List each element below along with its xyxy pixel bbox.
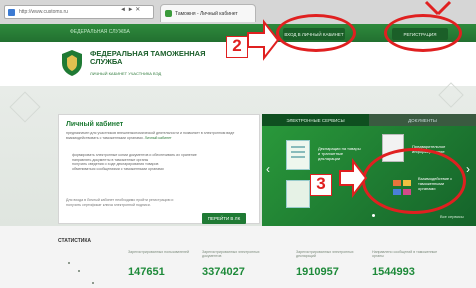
stat-value: 1544993 — [372, 266, 415, 278]
tab-favicon-icon — [165, 10, 172, 17]
personal-cabinet-link[interactable]: Личный кабинет — [145, 136, 172, 140]
carousel-next-icon[interactable]: › — [466, 162, 470, 176]
stat-item: Направлено сообщений в таможенные органы… — [372, 250, 442, 278]
annotation-number: 2 — [226, 36, 248, 58]
annotation-arrow-icon — [339, 158, 368, 198]
stat-caption: Зарегистрированных электронных деклараци… — [296, 250, 354, 259]
address-text: http://www.customs.ru — [19, 9, 68, 15]
stat-item: Зарегистрированных пользователей 147651 — [128, 250, 198, 278]
personal-cabinet-list: формировать электронные копии документов… — [72, 153, 250, 171]
all-services-link[interactable]: Все сервисы — [440, 214, 464, 219]
tab-documents[interactable]: ДОКУМЕНТЫ — [369, 114, 476, 126]
services-tabs: ЭЛЕКТРОННЫЕ СЕРВИСЫ ДОКУМЕНТЫ — [262, 114, 476, 126]
declaration-document-icon[interactable] — [286, 140, 310, 170]
browser-tab[interactable]: Таможня - Личный кабинет — [160, 4, 256, 22]
personal-cabinet-footer: Для входа в Личный кабинет необходимо пр… — [66, 198, 174, 207]
stat-value: 3374027 — [202, 266, 245, 278]
annotation-circle — [276, 14, 356, 52]
annotation-arrow-icon — [424, 0, 452, 16]
map-dot — [92, 282, 94, 284]
map-dot — [78, 270, 80, 272]
topbar-label: ФЕДЕРАЛЬНАЯ СЛУЖБА — [70, 29, 130, 35]
document-copy-icon[interactable] — [286, 180, 310, 208]
stat-caption: Зарегистрированных электронных документо… — [202, 250, 260, 259]
personal-cabinet-intro: предназначен для участников внешнеэконом… — [66, 131, 252, 140]
customs-emblem-icon — [62, 50, 82, 76]
tab-label: Таможня - Личный кабинет — [175, 10, 238, 17]
stat-value: 1910957 — [296, 266, 339, 278]
map-dot — [68, 262, 70, 264]
annotation-arrow-icon — [247, 19, 280, 61]
annotation-circle — [362, 148, 466, 214]
annotation-circle — [384, 14, 462, 52]
go-to-cabinet-button[interactable]: ПЕРЕЙТИ В ЛК — [202, 213, 246, 224]
personal-cabinet-title: Личный кабинет — [66, 121, 124, 128]
tab-services[interactable]: ЭЛЕКТРОННЫЕ СЕРВИСЫ — [262, 114, 369, 126]
carousel-prev-icon[interactable]: ‹ — [266, 162, 270, 176]
list-item: обмениваться сообщениями с таможенными о… — [72, 166, 164, 171]
stat-item: Зарегистрированных электронных документо… — [202, 250, 272, 278]
annotation-number: 3 — [310, 174, 332, 196]
site-subtitle: ЛИЧНЫЙ КАБИНЕТ УЧАСТНИКА ВЭД — [90, 71, 162, 76]
carousel-indicator[interactable] — [372, 214, 375, 217]
statistics-title: СТАТИСТИКА — [58, 238, 92, 244]
site-title[interactable]: ФЕДЕРАЛЬНАЯ ТАМОЖЕННАЯ СЛУЖБА — [90, 50, 210, 66]
stat-item: Зарегистрированных электронных деклараци… — [296, 250, 366, 278]
site-favicon-icon — [8, 9, 15, 16]
browser-nav-buttons[interactable]: ◄ ► ✕ — [120, 6, 140, 13]
stat-caption: Зарегистрированных пользователей — [128, 250, 189, 254]
stat-value: 147651 — [128, 266, 165, 278]
stat-caption: Направлено сообщений в таможенные органы — [372, 250, 438, 259]
